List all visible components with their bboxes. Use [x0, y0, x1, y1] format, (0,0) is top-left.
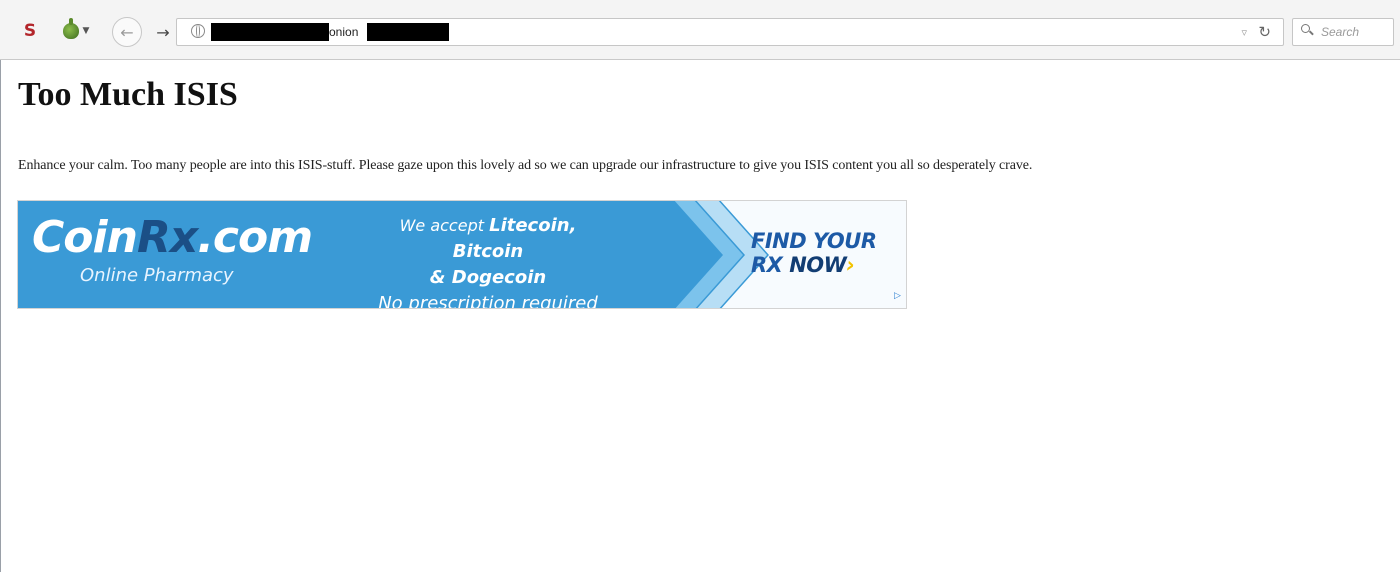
ad-cta-arrow-icon: ›	[846, 253, 855, 277]
ad-logo-suffix: .com	[197, 212, 313, 263]
redaction-bar	[367, 23, 449, 41]
ad-logo: CoinRx.com	[32, 211, 313, 265]
ad-cta-line1: FIND YOUR	[751, 229, 877, 253]
back-button[interactable]: ←	[112, 17, 142, 47]
back-arrow-icon: ←	[120, 22, 134, 42]
ad-logo-prefix: Coin	[32, 212, 138, 263]
reload-icon[interactable]: ↻	[1258, 21, 1271, 43]
window-edge	[0, 60, 8, 572]
address-bar[interactable]: onion ▿ ↻	[176, 18, 1284, 46]
ad-accept-line: We accept Litecoin, Bitcoin	[363, 213, 613, 265]
browser-toolbar: S ▼ ← → onion ▿ ↻ Search	[0, 0, 1400, 60]
ad-cta[interactable]: FIND YOUR RX NOW›	[751, 229, 877, 277]
forward-button[interactable]: →	[152, 20, 174, 44]
search-icon	[1301, 24, 1310, 33]
ad-cta-now: NOW	[789, 253, 847, 277]
search-placeholder: Search	[1321, 25, 1360, 39]
ad-tagline: Online Pharmacy	[80, 265, 234, 286]
ad-cta-line2: RX NOW›	[751, 253, 877, 277]
ad-accept-line3: No prescription required	[378, 293, 598, 309]
ad-cta-rx: RX	[751, 253, 783, 277]
dropdown-icon[interactable]: ▿	[1241, 23, 1247, 43]
adchoices-icon[interactable]: ▷	[894, 291, 901, 301]
ad-logo-rx: Rx	[136, 212, 198, 263]
ad-accept-line2: & Dogecoin	[429, 267, 547, 288]
ad-banner[interactable]: CoinRx.com Online Pharmacy We accept Lit…	[17, 200, 907, 309]
onion-menu-button[interactable]: ▼	[56, 18, 96, 42]
forward-arrow-icon: →	[156, 22, 170, 42]
address-fragment: onion	[329, 25, 359, 39]
page-description: Enhance your calm. Too many people are i…	[18, 158, 1033, 173]
onion-icon	[62, 18, 79, 39]
search-field[interactable]: Search	[1292, 18, 1394, 46]
addon-s-icon[interactable]: S	[18, 20, 42, 42]
globe-icon	[191, 24, 205, 38]
page-title: Too Much ISIS	[18, 76, 238, 113]
chevron-down-icon: ▼	[82, 26, 90, 36]
ad-payment-text: We accept Litecoin, Bitcoin & Dogecoin N…	[363, 213, 613, 309]
redaction-bar	[211, 23, 329, 41]
ad-accept-prefix: We accept	[399, 216, 484, 235]
